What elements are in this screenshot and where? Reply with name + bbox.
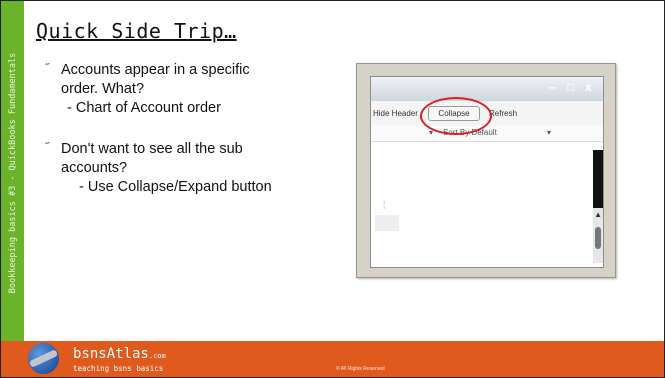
chevron-down-icon[interactable]: ▾ [547,128,551,137]
close-icon[interactable]: x [585,80,592,94]
list-cell [375,215,399,231]
bullet-marker: ˝ [45,140,49,154]
scrollbar-block [593,150,603,208]
bullet-item: ˝ Don't want to see all the sub accounts… [41,140,281,197]
brand-name: bsnsAtlas.com [73,346,166,362]
minimize-icon[interactable]: – [549,80,556,94]
bullet-item: ˝ Accounts appear in a specific order. W… [41,61,281,118]
bullet-list: ˝ Accounts appear in a specific order. W… [41,61,281,219]
brand-tagline: teaching bsns basics [73,364,164,373]
sub-bullet-text: - Use Collapse/Expand button [79,179,272,195]
brand-text: bsnsAtlas [73,346,149,362]
sidebar-caption: Bookkeeping basics #3 - QuickBooks Funda… [8,52,18,294]
quickbooks-window: – □ x Hide Header Collapse Refresh ▾ Sor… [370,76,604,268]
list-marker: ¦ [383,199,386,209]
refresh-button[interactable]: Refresh [489,109,517,118]
maximize-icon[interactable]: □ [567,80,574,94]
sort-bar: ▾ Sort By Default ▾ [371,125,603,142]
bullet-text: Accounts appear in a specific order. Wha… [61,62,250,97]
brand-suffix: .com [148,352,166,360]
scrollbar-thumb[interactable] [595,227,601,249]
globe-band [28,349,59,368]
hide-header-button[interactable]: Hide Header [373,109,418,118]
slide-title: Quick Side Trip… [36,19,237,43]
scroll-up-icon[interactable]: ▲ [594,210,602,219]
screenshot-frame: – □ x Hide Header Collapse Refresh ▾ Sor… [356,63,616,278]
sub-bullet-text: - Chart of Account order [67,100,221,116]
globe-logo-icon [28,343,59,374]
bullet-marker: ˝ [45,61,49,75]
slide: Bookkeeping basics #3 - QuickBooks Funda… [0,0,665,378]
window-titlebar: – □ x [371,77,603,101]
highlight-circle [420,97,492,135]
bullet-text: Don't want to see all the sub accounts? [61,141,243,176]
footer-bar: bsnsAtlas.com teaching bsns basics © All… [1,341,664,377]
copyright-notice: © All Rights Reserved [336,366,385,372]
sidebar-band: Bookkeeping basics #3 - QuickBooks Funda… [1,1,24,341]
